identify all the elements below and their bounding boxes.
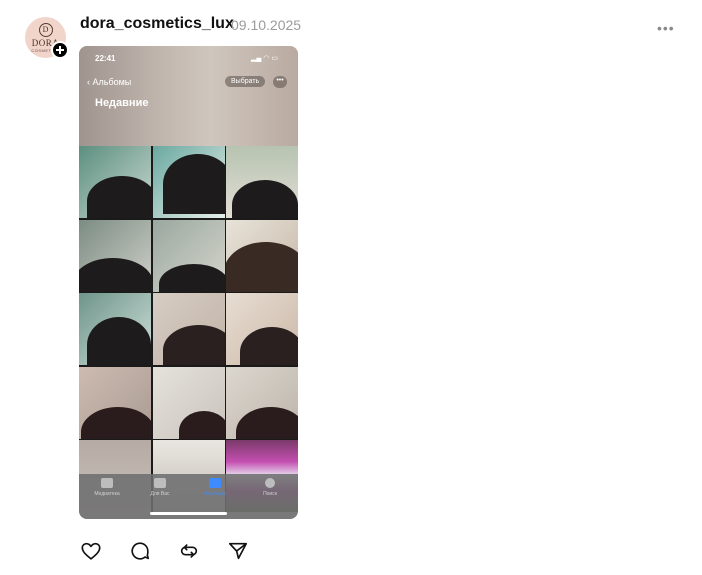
photo-thumbnail xyxy=(226,219,298,292)
photo-thumbnail xyxy=(79,219,151,292)
photo-thumbnail xyxy=(226,146,298,218)
avatar-monogram: D xyxy=(38,22,53,37)
photo-thumbnail xyxy=(152,146,225,218)
photo-thumbnail xyxy=(79,293,151,365)
albums-icon xyxy=(209,478,221,488)
select-button: Выбрать xyxy=(225,76,266,87)
tab-label: Для Вас xyxy=(150,491,170,497)
photo-thumbnail xyxy=(152,366,225,439)
post-date: 09.10.2025 xyxy=(231,17,302,33)
status-icons: ▂▄ ◠ ▭ xyxy=(251,55,278,62)
repost-button[interactable] xyxy=(178,540,200,562)
photo-grid xyxy=(79,146,298,512)
photo-thumbnail xyxy=(152,293,225,365)
post-actions xyxy=(80,540,249,562)
tab-label: Медиатека xyxy=(94,491,120,497)
tab-library: Медиатека xyxy=(85,478,129,497)
photo-thumbnail xyxy=(226,293,298,365)
comment-button[interactable] xyxy=(129,540,151,562)
status-time: 22:41 xyxy=(95,54,116,63)
tab-albums: Альбомы xyxy=(193,478,237,497)
tab-for-you: Для Вас xyxy=(138,478,182,497)
tab-search: Поиск xyxy=(248,478,292,497)
username[interactable]: dora_cosmetics_lux xyxy=(80,15,234,33)
album-title: Недавние xyxy=(95,97,149,109)
photos-icon xyxy=(101,478,113,488)
photo-thumbnail xyxy=(152,219,225,292)
follow-plus-icon[interactable] xyxy=(51,41,69,59)
for-you-icon xyxy=(154,478,166,488)
back-button: ‹ Альбомы xyxy=(87,77,131,87)
back-label: Альбомы xyxy=(92,77,132,87)
more-horizontal-icon[interactable]: ••• xyxy=(657,20,675,36)
send-icon xyxy=(228,542,248,560)
heart-icon xyxy=(81,542,101,560)
share-button[interactable] xyxy=(227,540,249,562)
tab-label: Альбомы xyxy=(204,491,226,497)
options-button: ••• xyxy=(273,76,287,88)
comment-icon xyxy=(131,542,150,560)
tab-label: Поиск xyxy=(263,491,277,497)
repost-icon xyxy=(180,544,198,558)
photo-thumbnail xyxy=(226,366,298,439)
like-button[interactable] xyxy=(80,540,102,562)
photo-thumbnail xyxy=(79,146,151,218)
post-image[interactable]: 22:41 ▂▄ ◠ ▭ ‹ Альбомы Выбрать ••• Недав… xyxy=(79,46,298,519)
home-indicator xyxy=(150,512,227,515)
photo-thumbnail xyxy=(79,366,151,439)
search-icon xyxy=(265,478,275,488)
